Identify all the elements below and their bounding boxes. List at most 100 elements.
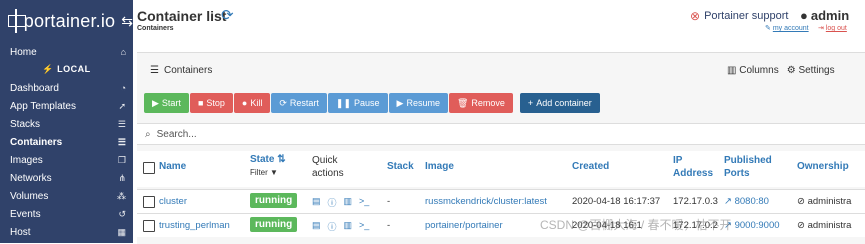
stop-button[interactable]: ■ Stop	[189, 93, 233, 113]
table-header: Name State ⇅ Filter ▼ Quick actions Stack…	[137, 151, 865, 187]
table-row: trusting_perlman running ▤ ⓘ ▥ >_ - portain…	[137, 213, 865, 237]
times-circle-icon: ⊗	[690, 9, 701, 23]
sidebar-item-app-templates[interactable]: App Templates ➚	[0, 97, 133, 115]
sign-out-icon: ⇥	[818, 25, 824, 32]
quick-actions: ▤ ⓘ ▥ >_	[312, 220, 369, 233]
sidebar-item-networks[interactable]: Networks ⋔	[0, 169, 133, 187]
my-account-link[interactable]: ✎ my account	[765, 24, 809, 32]
columns-icon: ▥	[727, 65, 737, 76]
ownership-value: ⊘ administra	[797, 220, 852, 231]
column-quick-actions: Quick actions	[312, 155, 344, 179]
breadcrumb: Containers	[137, 25, 174, 32]
remove-button[interactable]: 🗑 Remove	[448, 93, 513, 113]
sidebar-item-dashboard[interactable]: Dashboard ◔	[0, 79, 133, 97]
info-icon[interactable]: ⓘ	[328, 196, 337, 209]
console-icon[interactable]: >_	[359, 196, 369, 209]
support-link[interactable]: ⊗ Portainer support	[690, 9, 788, 23]
created-value: 2020-04-18 16:17:37	[572, 196, 661, 207]
portainer-logo-icon	[6, 9, 26, 33]
ip-value: 172.17.0.3	[673, 196, 718, 207]
ownership-value: ⊘ administra	[797, 196, 852, 207]
container-name-link[interactable]: trusting_perlman	[159, 220, 230, 231]
watermark: CSDN @百栅大海 / 春不暖，枯不开	[540, 218, 732, 232]
endpoint-icon: ⚡	[42, 64, 55, 74]
user-icon: ●	[800, 8, 808, 23]
row-checkbox[interactable]	[143, 220, 155, 232]
sidebar-item-label: Home	[10, 46, 37, 58]
column-ownership[interactable]: Ownership	[797, 161, 849, 172]
column-ip-address[interactable]: IP Address	[673, 154, 713, 180]
status-badge: running	[250, 193, 298, 208]
published-port-link[interactable]: ↗ 9000:9000	[724, 220, 780, 231]
sync-icon: ⟳	[279, 97, 287, 108]
info-icon[interactable]: ⓘ	[328, 220, 337, 233]
select-all-checkbox[interactable]	[143, 162, 155, 174]
search-bar[interactable]: ⌕ Search...	[137, 123, 865, 145]
eye-slash-icon: ⊘	[797, 196, 805, 207]
home-icon: ⌂	[120, 47, 126, 57]
add-container-button[interactable]: + Add container	[519, 93, 600, 113]
sidebar-item-events[interactable]: Events ↺	[0, 205, 133, 223]
wrench-icon: ✎	[765, 25, 771, 32]
eye-slash-icon: ⊘	[797, 220, 805, 231]
image-link[interactable]: portainer/portainer	[425, 220, 503, 231]
sidebar-item-home[interactable]: Home ⌂	[0, 43, 133, 61]
console-icon[interactable]: >_	[359, 220, 369, 233]
status-badge: running	[250, 217, 298, 232]
brand-name: portainer.io	[23, 10, 116, 31]
sidebar-item-host[interactable]: Host ▦	[0, 223, 133, 241]
column-image[interactable]: Image	[425, 161, 454, 172]
sidebar-item-images[interactable]: Images ❐	[0, 151, 133, 169]
state-filter[interactable]: Filter ▼	[250, 168, 278, 177]
sidebar-item-containers[interactable]: Containers ☰	[0, 133, 133, 151]
refresh-icon[interactable]: ⟳	[221, 6, 234, 24]
logs-icon[interactable]: ▤	[312, 196, 321, 209]
table-row: cluster running ▤ ⓘ ▥ >_ - russmckendrick/c…	[137, 189, 865, 213]
sidebar-item-stacks[interactable]: Stacks ☰	[0, 115, 133, 133]
gear-icon: ⚙	[786, 65, 796, 76]
panel-title: ☰ Containers	[150, 65, 213, 76]
plus-icon: +	[527, 98, 534, 108]
restart-button[interactable]: ⟳ Restart	[271, 93, 327, 113]
stats-icon[interactable]: ▥	[344, 196, 353, 209]
stats-icon[interactable]: ▥	[344, 220, 353, 233]
column-name[interactable]: Name	[159, 161, 186, 172]
stack-value: -	[387, 196, 391, 207]
search-input[interactable]: Search...	[157, 129, 197, 140]
column-created[interactable]: Created	[572, 161, 609, 172]
cubes-icon: ⁂	[117, 190, 126, 201]
play-icon: ▶	[152, 97, 159, 108]
sidebar: portainer.io ⇆ Home ⌂ ⚡ LOCAL Dashboard ◔…	[0, 0, 133, 243]
columns-button[interactable]: ▥ Columns	[727, 65, 779, 76]
page-title: Container list	[137, 8, 227, 24]
brand[interactable]: portainer.io ⇆	[0, 0, 133, 42]
column-published-ports[interactable]: Published Ports	[724, 154, 772, 180]
sidebar-toggle-icon[interactable]: ⇆	[121, 13, 133, 30]
bomb-icon: ●	[241, 98, 248, 108]
kill-button[interactable]: ● Kill	[233, 93, 271, 113]
history-icon: ↺	[118, 208, 126, 219]
sidebar-item-volumes[interactable]: Volumes ⁂	[0, 187, 133, 205]
trash-icon: 🗑	[456, 97, 469, 108]
container-name-link[interactable]: cluster	[159, 196, 187, 207]
published-port-link[interactable]: ↗ 8080:80	[724, 196, 769, 207]
log-out-link[interactable]: ⇥ log out	[818, 24, 847, 32]
settings-button[interactable]: ⚙ Settings	[787, 65, 835, 76]
pause-icon: ❚❚	[335, 97, 351, 108]
server-icon: ☰	[117, 136, 126, 147]
sitemap-icon: ⋔	[118, 172, 126, 183]
row-checkbox[interactable]	[143, 196, 155, 208]
image-link[interactable]: russmckendrick/cluster:latest	[425, 196, 547, 207]
pause-button[interactable]: ❚❚ Pause	[327, 93, 388, 113]
filter-icon: ▼	[270, 168, 278, 177]
rocket-icon: ➚	[118, 100, 126, 111]
logs-icon[interactable]: ▤	[312, 220, 321, 233]
stack-value: -	[387, 220, 391, 231]
resume-button[interactable]: ▶ Resume	[388, 93, 448, 113]
column-state[interactable]: State ⇅	[250, 154, 286, 165]
user-menu: ● admin	[800, 8, 850, 23]
quick-actions: ▤ ⓘ ▥ >_	[312, 196, 369, 209]
start-button[interactable]: ▶ Start	[144, 93, 189, 113]
endpoint-label: ⚡ LOCAL	[42, 64, 91, 74]
column-stack[interactable]: Stack	[387, 161, 414, 172]
